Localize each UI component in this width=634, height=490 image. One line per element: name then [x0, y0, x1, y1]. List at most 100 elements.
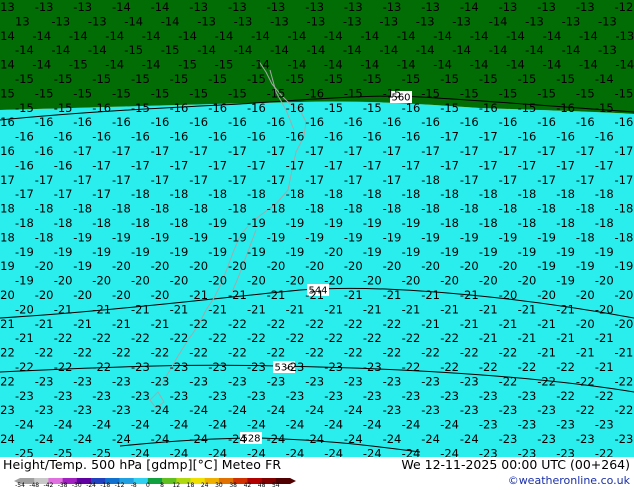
temperature-value: -22 — [131, 331, 150, 345]
temperature-value: -19 — [131, 245, 150, 259]
temperature-value: -17 — [479, 130, 498, 144]
temperature-value: -14 — [324, 58, 343, 72]
temperature-value: -19 — [15, 274, 34, 288]
temperature-value: -21 — [189, 288, 208, 302]
temperature-value: -14 — [15, 43, 34, 57]
temperature-value: -18 — [363, 187, 382, 201]
temperature-value: -20 — [0, 288, 15, 302]
temperature-value: -24 — [170, 446, 189, 457]
temperature-value: -17 — [54, 187, 73, 201]
temperature-value: -17 — [92, 158, 111, 172]
colorbar-tick-label: -38 — [57, 482, 68, 489]
temperature-value: -22 — [189, 317, 208, 331]
temperature-value: -14 — [32, 29, 51, 43]
temperature-value: -15 — [124, 43, 143, 57]
temperature-value: -22 — [518, 360, 537, 374]
temperature-value: -24 — [54, 418, 73, 432]
temperature-value: -18 — [556, 187, 575, 201]
temperature-value: -23 — [615, 432, 634, 446]
temperature-value: -13 — [35, 0, 54, 14]
temperature-value: -15 — [215, 58, 234, 72]
temperature-value: -23 — [54, 389, 73, 403]
temperature-value: -23 — [383, 374, 402, 388]
temperature-value: -21 — [54, 302, 73, 316]
temperature-value: -19 — [286, 216, 305, 230]
temperature-value: -15 — [178, 58, 197, 72]
temperature-value: -20 — [595, 302, 614, 316]
temperature-value: -15 — [161, 43, 180, 57]
temperature-value: -19 — [305, 230, 324, 244]
temperature-value: -14 — [543, 58, 562, 72]
temperature-value: -16 — [151, 115, 170, 129]
temperature-value: -23 — [170, 389, 189, 403]
temperature-value: -23 — [131, 389, 150, 403]
temperature-value: -14 — [251, 29, 270, 43]
colorbar-tick-label: 42 — [243, 482, 252, 489]
temperature-value: -19 — [537, 259, 556, 273]
temperature-value: -17 — [576, 144, 595, 158]
temperature-value: -18 — [0, 230, 15, 244]
temperature-value: -14 — [433, 29, 452, 43]
temperature-value: -14 — [489, 43, 508, 57]
temperature-value: -23 — [73, 403, 92, 417]
temperature-value: -13 — [189, 0, 208, 14]
temperature-value: -14 — [0, 29, 15, 43]
temperature-value: -15 — [518, 72, 537, 86]
temperature-value: -22 — [305, 346, 324, 360]
temperature-value: -17 — [151, 144, 170, 158]
temperature-value: -22 — [15, 360, 34, 374]
temperature-value: -15 — [0, 86, 15, 100]
temperature-value: -24 — [460, 432, 479, 446]
temperature-value: -16 — [35, 144, 54, 158]
temperature-value: -17 — [112, 144, 131, 158]
temperature-value: -17 — [247, 158, 266, 172]
temperature-value: -23 — [112, 374, 131, 388]
temperature-value: -23 — [479, 446, 498, 457]
temperature-value: -21 — [15, 331, 34, 345]
temperature-value: -17 — [35, 173, 54, 187]
temperature-value: -13 — [73, 0, 92, 14]
temperature-value: -16 — [305, 86, 324, 100]
temperature-value: -17 — [0, 173, 15, 187]
temperature-value: -14 — [32, 58, 51, 72]
temperature-value: -21 — [151, 317, 170, 331]
temperature-value: -19 — [479, 245, 498, 259]
temperature-value: -18 — [440, 187, 459, 201]
temperature-value: -23 — [556, 418, 575, 432]
temperature-value: -13 — [51, 14, 70, 28]
temperature-map: 560544536528 -13-13-13-14-14-13-13-13-13… — [0, 0, 634, 457]
temperature-value: -18 — [305, 202, 324, 216]
temperature-value: -19 — [440, 245, 459, 259]
temperature-value: -16 — [595, 130, 614, 144]
temperature-value: -19 — [537, 230, 556, 244]
temperature-value: -20 — [576, 317, 595, 331]
temperature-value: -22 — [170, 331, 189, 345]
credit-link[interactable]: ©weatheronline.co.uk — [508, 474, 630, 487]
temperature-value: -16 — [208, 130, 227, 144]
temperature-value: -16 — [556, 101, 575, 115]
temperature-value: -21 — [286, 302, 305, 316]
temperature-value: -21 — [112, 317, 131, 331]
temperature-value: -16 — [402, 101, 421, 115]
temperature-value: -17 — [286, 158, 305, 172]
colorbar-tick-label: -24 — [86, 482, 96, 489]
temperature-value: -23 — [460, 374, 479, 388]
temperature-value: -15 — [73, 86, 92, 100]
temperature-value: -14 — [470, 29, 489, 43]
temperature-value: -15 — [54, 101, 73, 115]
temperature-value: -16 — [324, 130, 343, 144]
temperature-value: -14 — [470, 58, 489, 72]
temperature-value: -17 — [460, 144, 479, 158]
temperature-value: -17 — [112, 173, 131, 187]
temperature-value: -18 — [73, 202, 92, 216]
colorbar-tick-label: -8 — [130, 482, 137, 489]
colorbar-tick-label: 12 — [172, 482, 181, 489]
temperature-value: -24 — [35, 432, 54, 446]
temperature-value: -15 — [15, 72, 34, 86]
temperature-value: -19 — [228, 230, 247, 244]
temperature-value: -13 — [344, 0, 363, 14]
temperature-value: -15 — [151, 86, 170, 100]
temperature-value: -16 — [576, 115, 595, 129]
temperature-value: -18 — [499, 202, 518, 216]
temperature-value: -17 — [518, 158, 537, 172]
